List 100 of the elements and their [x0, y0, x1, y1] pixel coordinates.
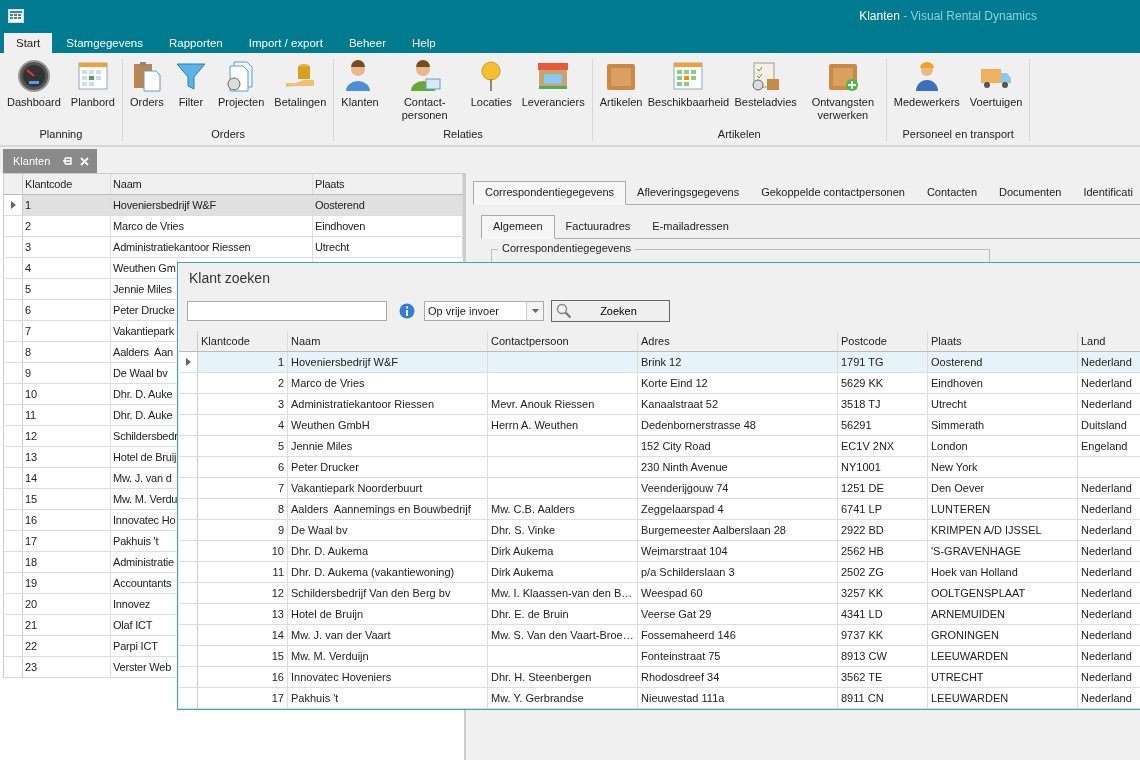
- table-cell: 8911 CN: [838, 688, 928, 708]
- ribbon-button[interactable]: Artikelen: [594, 59, 648, 127]
- ribbon-button[interactable]: Medewerkers: [888, 59, 965, 127]
- table-cell: Nederland: [1078, 541, 1140, 561]
- ribbon-tab[interactable]: Beheer: [336, 33, 398, 53]
- table-row[interactable]: 9 De Waal bv Dhr. S. Vinke Burgemeester Aalberslaan 28 2922 BD KRIMPEN A/D IJSSEL Nederland: [179, 520, 1140, 541]
- table-cell: Nederland: [1078, 499, 1140, 519]
- column-header[interactable]: Klantcode: [198, 331, 288, 351]
- table-cell: NY1001: [838, 457, 928, 477]
- table-cell: Hotel de Bruijn: [288, 604, 488, 624]
- ribbon-button[interactable]: Dashboard: [2, 59, 66, 127]
- table-cell: 1: [198, 352, 288, 372]
- table-cell: 9: [23, 363, 111, 383]
- table-row[interactable]: 4 Weuthen GmbH Herrn A. Weuthen Dedenbornerstrasse 48 56291 Simmerath Duitsland: [179, 415, 1140, 436]
- table-row[interactable]: 10 Dhr. D. Aukema Dirk Aukema Weimarstraat 104 2562 HB 'S-GRAVENHAGE Nederland: [179, 541, 1140, 562]
- tab[interactable]: Factuuradres: [554, 215, 642, 238]
- search-field[interactable]: [187, 301, 387, 321]
- table-cell: Hoveniersbedrijf W&F: [111, 195, 313, 215]
- table-row[interactable]: 3 Administratiekantoor Riessen Utrecht: [4, 237, 463, 258]
- table-row[interactable]: 1 Hoveniersbedrijf W&F Brink 12 1791 TG Oosterend Nederland: [179, 352, 1140, 373]
- ribbon-tab[interactable]: Start: [4, 33, 53, 53]
- table-row[interactable]: 16 Innovatec Hoveniers Dhr. H. Steenbergen Rhodosdreef 34 3562 TE UTRECHT Nederland: [179, 667, 1140, 688]
- table-row[interactable]: 13 Hotel de Bruijn Dhr. E. de Bruin Veerse Gat 29 4341 LD ARNEMUIDEN Nederland: [179, 604, 1140, 625]
- ribbon-button[interactable]: Klanten: [336, 59, 384, 127]
- table-cell: 3257 KK: [838, 583, 928, 603]
- table-row[interactable]: 6 Peter Drucker 230 Ninth Avenue NY1001 New York: [179, 457, 1140, 478]
- table-row[interactable]: 8 Aalders Aannemings en Bouwbedrijf Mw. C.B. Aalders Zeggelaarspad 4 6741 LP LUNTEREN Nederland: [179, 499, 1140, 520]
- ribbon-button[interactable]: Betalingen: [269, 59, 332, 127]
- pin-icon[interactable]: [62, 156, 73, 166]
- table-cell: 4: [23, 258, 111, 278]
- table-cell: 7: [198, 478, 288, 498]
- table-row[interactable]: 17 Pakhuis 't Mw. Y. Gerbrandse Nieuwestad 111a 8911 CN LEEUWARDEN Nederland: [179, 688, 1140, 709]
- table-row[interactable]: 12 Schildersbedrijf Van den Berg bv Mw. I. Klaassen-van den B… Weespad 60 3257 KK OOLTGENSPLAAT Nederland: [179, 583, 1140, 604]
- tab[interactable]: Identificati: [1072, 181, 1140, 204]
- table-cell: Aalders Aannemings en Bouwbedrijf: [288, 499, 488, 519]
- table-cell: Schildersbedrijf Van den Berg bv: [288, 583, 488, 603]
- ribbon-tab[interactable]: Import / export: [236, 33, 335, 53]
- table-row[interactable]: 3 Administratiekantoor Riessen Mevr. Anouk Riessen Kanaalstraat 52 3518 TJ Utrecht Nederland: [179, 394, 1140, 415]
- column-header[interactable]: Klantcode: [23, 174, 111, 194]
- table-cell: Dhr. E. de Bruin: [488, 604, 638, 624]
- table-cell: UTRECHT: [928, 667, 1078, 687]
- table-cell: 9: [198, 520, 288, 540]
- table-cell: Nieuwestad 111a: [638, 688, 838, 708]
- column-header[interactable]: Plaats: [928, 331, 1078, 351]
- column-header[interactable]: Contactpersoon: [488, 331, 638, 351]
- table-cell: 18: [23, 552, 111, 572]
- table-cell: 16: [23, 510, 111, 530]
- ribbon-group-label: Personeel en transport: [902, 127, 1014, 141]
- column-header[interactable]: Plaats: [313, 174, 463, 194]
- column-header[interactable]: Postcode: [838, 331, 928, 351]
- column-header[interactable]: Naam: [288, 331, 488, 351]
- tab[interactable]: Gekoppelde contactpersonen: [750, 181, 916, 204]
- table-cell: 17: [198, 688, 288, 708]
- ribbon-button[interactable]: Locaties: [465, 59, 517, 127]
- table-row[interactable]: 11 Dhr. D. Aukema (vakantiewoning) Dirk Aukema p/a Schilderslaan 3 2502 ZG Hoek van Holland Nederland: [179, 562, 1140, 583]
- ribbon-tab[interactable]: Rapporten: [157, 33, 235, 53]
- table-row[interactable]: 2 Marco de Vries Korte Eind 12 5629 KK Eindhoven Nederland: [179, 373, 1140, 394]
- ribbon-button[interactable]: Ontvangsten verwerken: [801, 59, 884, 127]
- info-icon[interactable]: [399, 303, 415, 319]
- table-cell: 3562 TE: [838, 667, 928, 687]
- close-icon[interactable]: [80, 156, 90, 166]
- ribbon-button[interactable]: Leveranciers: [516, 59, 590, 127]
- ribbon-button[interactable]: Contact-personen: [383, 59, 466, 127]
- tab[interactable]: Afleveringsgegevens: [626, 181, 751, 204]
- tab[interactable]: E-mailadressen: [641, 215, 740, 238]
- ribbon-button[interactable]: Voertuigen: [964, 59, 1028, 127]
- ribbon-button[interactable]: Orders: [124, 59, 169, 127]
- table-row[interactable]: 1 Hoveniersbedrijf W&F Oosterend: [4, 195, 463, 216]
- table-cell: Peter Drucker: [288, 457, 488, 477]
- ribbon-button[interactable]: Planbord: [65, 59, 120, 127]
- ribbon-button[interactable]: Filter: [168, 59, 213, 127]
- table-row[interactable]: 15 Mw. M. Verduijn Fonteinstraat 75 8913 CW LEEUWARDEN Nederland: [179, 646, 1140, 667]
- tab[interactable]: Algemeen: [481, 215, 555, 239]
- ribbon-group-label: Planning: [39, 127, 83, 141]
- search-button[interactable]: Zoeken: [551, 300, 670, 322]
- tab[interactable]: Documenten: [988, 181, 1073, 204]
- table-row[interactable]: 5 Jennie Miles 152 City Road EC1V 2NX London Engeland: [179, 436, 1140, 457]
- column-header[interactable]: Naam: [111, 174, 313, 194]
- table-cell: 19: [23, 573, 111, 593]
- table-row[interactable]: 7 Vakantiepark Noorderbuurt Veenderijgouw 74 1251 DE Den Oever Nederland: [179, 478, 1140, 499]
- table-row[interactable]: 14 Mw. J. van der Vaart Mw. S. Van den Vaart-Broe… Fossemaheerd 146 9737 KK GRONINGEN Nederland: [179, 625, 1140, 646]
- ribbon-group-label: Orders: [211, 127, 245, 141]
- ribbon-button[interactable]: Beschikbaarheid: [647, 59, 730, 127]
- ribbon-group-label: Relaties: [443, 127, 483, 141]
- table-cell: Eindhoven: [313, 216, 463, 236]
- tab[interactable]: Contacten: [915, 181, 989, 204]
- ribbon-button[interactable]: Besteladvies: [729, 59, 802, 127]
- table-cell: 'S-GRAVENHAGE: [928, 541, 1078, 561]
- caret-icon: [531, 309, 539, 313]
- row-pointer-icon: [185, 358, 191, 366]
- table-row[interactable]: 2 Marco de Vries Eindhoven: [4, 216, 463, 237]
- column-header[interactable]: Land: [1078, 331, 1140, 351]
- ribbon-tab[interactable]: Stamgegevens: [54, 33, 155, 53]
- search-mode-dropdown[interactable]: Op vrije invoer: [424, 301, 544, 321]
- ribbon-tab[interactable]: Help: [399, 33, 448, 53]
- table-cell: Mw. S. Van den Vaart-Broe…: [488, 625, 638, 645]
- tab[interactable]: Correspondentiegegevens: [473, 181, 627, 205]
- column-header[interactable]: Adres: [638, 331, 838, 351]
- ribbon-button[interactable]: Projecten: [212, 59, 270, 127]
- table-cell: LUNTEREN: [928, 499, 1078, 519]
